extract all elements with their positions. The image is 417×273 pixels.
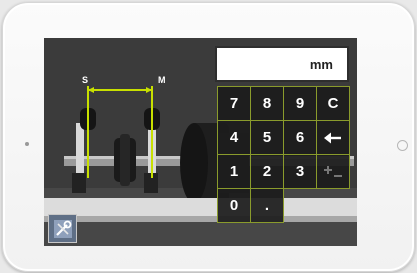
camera-dot [25, 142, 29, 146]
tools-icon [53, 219, 72, 238]
decimal-key[interactable]: . [250, 188, 284, 223]
key-label: 0 [229, 197, 239, 214]
key-label: 6 [295, 129, 305, 146]
key-7[interactable]: 7 [217, 86, 251, 121]
m-label: M [158, 75, 166, 85]
key-label: 4 [229, 129, 239, 146]
key-3[interactable]: 3 [283, 154, 317, 189]
key-label: 2 [262, 163, 272, 180]
key-label: 3 [295, 163, 305, 180]
key-0[interactable]: 0 [217, 188, 251, 223]
key-label: 7 [229, 95, 239, 112]
key-5[interactable]: 5 [250, 120, 284, 155]
plus-minus-icon [323, 165, 343, 179]
clear-key[interactable]: C [316, 86, 350, 121]
key-label: . [264, 197, 270, 214]
home-button[interactable] [397, 140, 408, 151]
key-label: C [327, 95, 339, 112]
key-label: 9 [295, 95, 305, 112]
key-4[interactable]: 4 [217, 120, 251, 155]
key-label: 1 [229, 163, 239, 180]
s-label: S [82, 75, 89, 85]
plus-minus-key [316, 154, 350, 189]
key-1[interactable]: 1 [217, 154, 251, 189]
key-label: 5 [262, 129, 272, 146]
tools-button[interactable] [48, 214, 77, 243]
screen: S M mm 7 8 9 C 4 5 6 1 2 3 0. [44, 38, 357, 246]
key-8[interactable]: 8 [250, 86, 284, 121]
key-label: 8 [262, 95, 272, 112]
unit-label: mm [309, 57, 333, 72]
key-2[interactable]: 2 [250, 154, 284, 189]
tablet-frame: S M mm 7 8 9 C 4 5 6 1 2 3 0. [2, 2, 415, 272]
backspace-key[interactable] [316, 120, 350, 155]
value-input[interactable]: mm [215, 46, 349, 82]
backspace-arrow-icon [324, 132, 342, 144]
key-6[interactable]: 6 [283, 120, 317, 155]
key-9[interactable]: 9 [283, 86, 317, 121]
